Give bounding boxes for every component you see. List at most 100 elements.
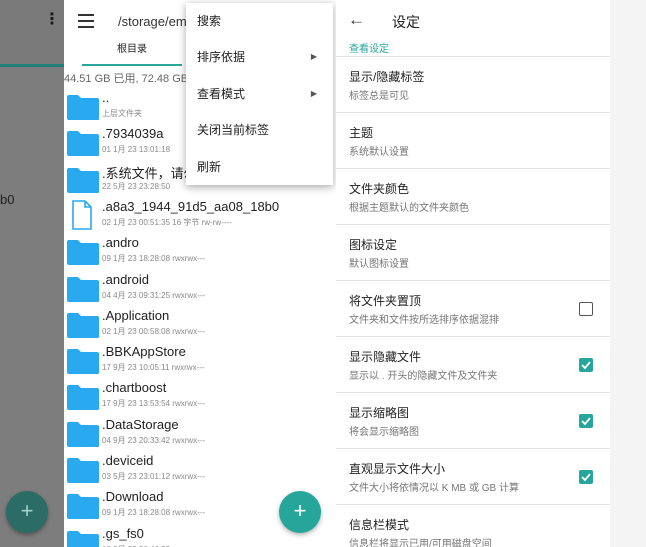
- setting-row[interactable]: 信息栏模式信息栏将显示已用/可用磁盘空间: [336, 504, 610, 547]
- setting-subtitle: 系统默认设置: [349, 147, 409, 158]
- folder-icon: [67, 276, 99, 302]
- file-name: .Application: [102, 307, 170, 323]
- file-name: .DataStorage: [102, 416, 179, 432]
- right-margin: [610, 0, 646, 547]
- file-name: .Download: [102, 489, 164, 505]
- setting-row[interactable]: 图标设定默认图标设置: [336, 224, 610, 280]
- back-arrow-icon[interactable]: ←: [348, 10, 365, 30]
- setting-subtitle: 显示以 . 开头的隐藏文件及文件夹: [349, 371, 498, 382]
- file-name: .chartboost: [102, 380, 167, 396]
- settings-title: 设定: [392, 14, 420, 30]
- settings-toolbar: ← 设定: [336, 0, 610, 44]
- storage-info: 44.51 GB 已用, 72.48 GB: [64, 73, 189, 85]
- submenu-arrow-icon: ▶: [310, 52, 317, 62]
- folder-icon: [67, 131, 99, 157]
- menu-item[interactable]: 刷新: [186, 149, 333, 185]
- add-button[interactable]: +: [279, 491, 321, 533]
- background-partial-text: b0: [0, 192, 15, 207]
- folder-icon: [67, 385, 99, 411]
- menu-item-label: 刷新: [197, 159, 222, 174]
- file-row[interactable]: .a8a3_1944_91d5_aa08_18b0 02 1月 23 00:51:…: [64, 197, 336, 233]
- file-meta: 02 1月 23 00:58:08 rwxrwx---: [102, 326, 206, 336]
- tab-root[interactable]: 根目录: [82, 40, 182, 66]
- file-name: .7934039a: [102, 126, 164, 142]
- file-meta: 09 1月 23 18:28:08 rwxrwx---: [102, 254, 206, 264]
- setting-title: 显示缩略图: [349, 406, 410, 420]
- current-path: /storage/emu: [118, 14, 194, 29]
- tab-indicator: [82, 64, 182, 66]
- setting-title: 显示/隐藏标签: [349, 70, 425, 84]
- file-row[interactable]: .Application 02 1月 23 00:58:08 rwxrwx---: [64, 306, 336, 342]
- menu-item-label: 排序依据: [197, 50, 246, 65]
- file-name: .系统文件，请勿: [102, 165, 197, 181]
- menu-item-label: 关闭当前标签: [197, 123, 270, 138]
- checkbox-unchecked[interactable]: [579, 302, 593, 316]
- background-tab-indicator: [0, 64, 64, 67]
- menu-item[interactable]: 关闭当前标签: [186, 112, 333, 148]
- file-name: .gs_fs0: [102, 525, 144, 541]
- setting-subtitle: 默认图标设置: [349, 259, 409, 270]
- file-name: .android: [102, 271, 149, 287]
- setting-title: 信息栏模式: [349, 518, 410, 532]
- setting-title: 文件夹颜色: [349, 182, 410, 196]
- file-meta: 17 9月 23 10:05:11 rwxrwx---: [102, 363, 205, 373]
- setting-row[interactable]: 将文件夹置顶 文件夹和文件按所选排序依据混排: [336, 280, 610, 336]
- menu-item-label: 查看模式: [197, 86, 246, 101]
- settings-pane: ← 设定 查看设定 显示/隐藏标签 标签总是可见 主题 系统默认设置 文件夹颜色 根据主题…: [336, 0, 610, 547]
- file-row[interactable]: .deviceid 03 5月 23 23:01:12 rwxrwx---: [64, 451, 336, 487]
- folder-icon: [67, 494, 99, 520]
- background-pane: ⋮ b0 +: [0, 0, 64, 547]
- checkbox-checked[interactable]: [579, 414, 593, 428]
- menu-item[interactable]: 搜索: [186, 3, 333, 39]
- setting-subtitle: 文件大小将依情况以 K MB 或 GB 计算: [349, 483, 520, 494]
- file-row[interactable]: .DataStorage 04 9月 23 20:33:42 rwxrwx---: [64, 415, 336, 451]
- folder-icon: [67, 349, 99, 375]
- file-name: .andro: [102, 235, 139, 251]
- folder-icon: [67, 95, 99, 120]
- checkbox-checked[interactable]: [579, 358, 593, 372]
- file-row[interactable]: .BBKAppStore 17 9月 23 10:05:11 rwxrwx---: [64, 342, 336, 378]
- file-meta: 04 9月 23 20:33:42 rwxrwx---: [102, 435, 206, 445]
- file-meta: 22 5月 23 23:28:50: [102, 181, 171, 191]
- file-meta: 02 1月 23 00:51:35 16 字节 rw-rw----: [102, 217, 232, 227]
- folder-icon: [67, 530, 99, 547]
- folder-icon: [67, 240, 99, 266]
- folder-icon: [67, 167, 99, 193]
- setting-title: 显示隐藏文件: [349, 350, 422, 364]
- section-header: 查看设定: [349, 44, 389, 55]
- setting-title: 图标设定: [349, 238, 398, 252]
- file-meta: 17 9月 23 13:53:54 rwxrwx---: [102, 399, 206, 409]
- setting-subtitle: 将会显示缩略图: [349, 427, 419, 438]
- file-name: .deviceid: [102, 453, 154, 468]
- setting-row[interactable]: 文件夹颜色根据主题默认的文件夹颜色: [336, 168, 610, 224]
- setting-row[interactable]: 显示/隐藏标签 标签总是可见: [336, 56, 610, 112]
- file-icon: [72, 200, 92, 230]
- menu-item[interactable]: 查看模式 ▶: [186, 76, 333, 112]
- file-meta: 18 3月 23 20:46:33 rwxrwx---: [102, 544, 205, 547]
- menu-icon[interactable]: [78, 14, 94, 28]
- background-add-button: +: [6, 491, 48, 533]
- menu-item-label: 搜索: [197, 14, 222, 28]
- checkbox-checked[interactable]: [579, 470, 593, 484]
- setting-subtitle: 根据主题默认的文件夹颜色: [349, 203, 469, 214]
- options-menu: 搜索排序依据 ▶ 查看模式 ▶ 关闭当前标签 刷新: [186, 3, 333, 185]
- overflow-menu-icon: ⋮: [44, 11, 60, 28]
- file-row[interactable]: .android 04 4月 23 09:31:25 rwxrwx---: [64, 270, 336, 306]
- file-row[interactable]: .andro 09 1月 23 18:28:08 rwxrwx---: [64, 233, 336, 269]
- menu-item[interactable]: 排序依据 ▶: [186, 39, 333, 75]
- setting-title: 直观显示文件大小: [349, 462, 446, 476]
- file-row[interactable]: .chartboost 17 9月 23 13:53:54 rwxrwx---: [64, 378, 336, 414]
- folder-icon: [67, 458, 99, 483]
- submenu-arrow-icon: ▶: [310, 88, 317, 98]
- file-meta: 09 1月 23 18:28:08 rwxrwx---: [102, 508, 206, 518]
- setting-row[interactable]: 显示隐藏文件显示以 . 开头的隐藏文件及文件夹: [336, 336, 610, 392]
- setting-subtitle: 标签总是可见: [349, 91, 409, 102]
- setting-row[interactable]: 主题 系统默认设置: [336, 112, 610, 168]
- setting-row[interactable]: 显示缩略图将会显示缩略图: [336, 392, 610, 448]
- file-meta: 04 4月 23 09:31:25 rwxrwx---: [102, 290, 206, 300]
- setting-row[interactable]: 直观显示文件大小文件大小将依情况以 K MB 或 GB 计算: [336, 448, 610, 504]
- setting-subtitle: 信息栏将显示已用/可用磁盘空间: [349, 539, 492, 547]
- file-meta: 03 5月 23 23:01:12 rwxrwx---: [102, 472, 206, 481]
- file-name: .BBKAppStore: [102, 344, 186, 360]
- file-meta: 01 1月 23 13:01:18: [102, 145, 171, 155]
